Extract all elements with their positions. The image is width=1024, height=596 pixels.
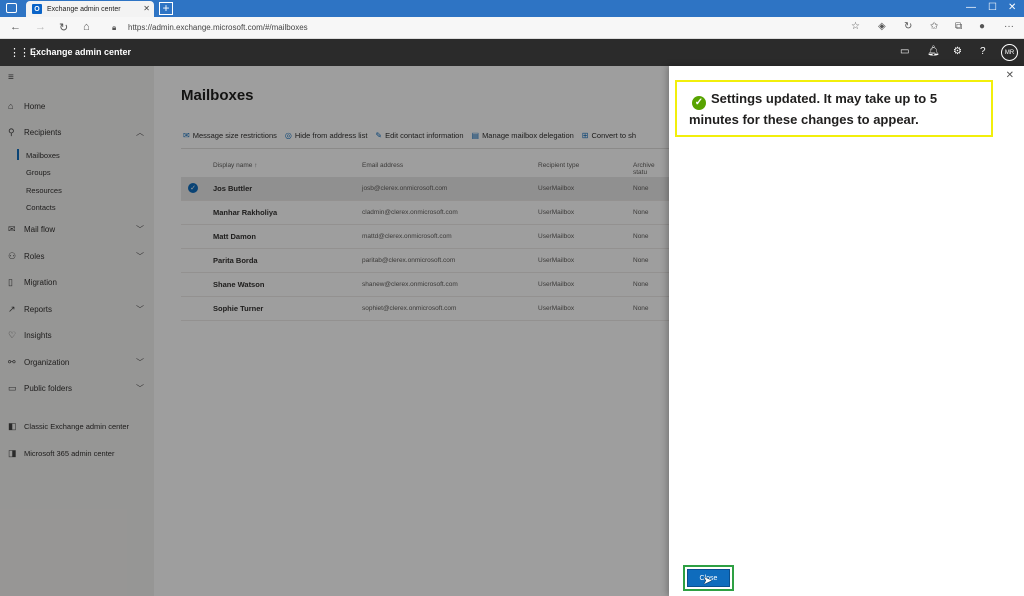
success-message-text: Settings updated. It may take up to 5 mi… [689,91,937,127]
more-icon[interactable]: ··· [1004,21,1014,32]
modal-overlay[interactable] [0,66,669,596]
terminal-icon[interactable]: ▭ [900,46,909,57]
mouse-cursor-icon: ➤ [703,574,712,587]
bell-icon[interactable]: 🔔︎ [927,46,940,57]
extension-icon[interactable]: ↻ [904,21,912,32]
tab-title: Exchange admin center [47,6,121,13]
browser-tab[interactable]: O Exchange admin center ✕ [26,1,154,17]
refresh-icon[interactable]: ↻ [59,21,68,34]
forward-icon[interactable]: → [35,21,46,33]
url-field[interactable]: 🔒︎ https://admin.exchange.microsoft.com/… [112,20,842,35]
url-text: https://admin.exchange.microsoft.com/#/m… [128,23,308,32]
checkmark-circle-icon: ✓ [692,96,706,110]
app-header: ⋮⋮⋮ Exchange admin center ▭ 🔔︎ ⚙ ? MR [0,39,1024,66]
close-icon[interactable]: ✕ [1006,70,1014,81]
browser-tab-bar: O Exchange admin center ✕ + — ☐ ✕ [0,0,1024,17]
favorites-icon[interactable]: ✩ [930,21,938,32]
favorite-add-icon[interactable]: ☆ [851,21,860,32]
home-browser-icon[interactable]: ⌂ [83,21,90,33]
window-close-icon[interactable]: ✕ [1008,2,1016,13]
app-title: Exchange admin center [30,47,131,57]
settings-panel: ✕ ✓Settings updated. It may take up to 5… [669,66,1024,596]
tab-close-icon[interactable]: ✕ [143,4,150,13]
profile-icon[interactable]: ● [979,21,985,32]
shield-icon[interactable]: ◈ [878,21,886,32]
avatar[interactable]: MR [1001,44,1018,61]
address-bar-row: ← → ↻ ⌂ 🔒︎ https://admin.exchange.micros… [0,17,1024,39]
success-message: ✓Settings updated. It may take up to 5 m… [675,80,993,137]
new-tab-button[interactable]: + [159,2,173,15]
tab-actions-icon[interactable] [6,3,17,13]
outlook-icon: O [32,4,42,14]
settings-icon[interactable]: ⚙ [953,46,962,57]
lock-icon: 🔒︎ [112,23,122,33]
collections-icon[interactable]: ⧉ [955,21,962,32]
minimize-icon[interactable]: — [966,2,976,13]
back-icon[interactable]: ← [10,21,21,33]
help-icon[interactable]: ? [980,46,986,57]
maximize-icon[interactable]: ☐ [988,2,997,13]
